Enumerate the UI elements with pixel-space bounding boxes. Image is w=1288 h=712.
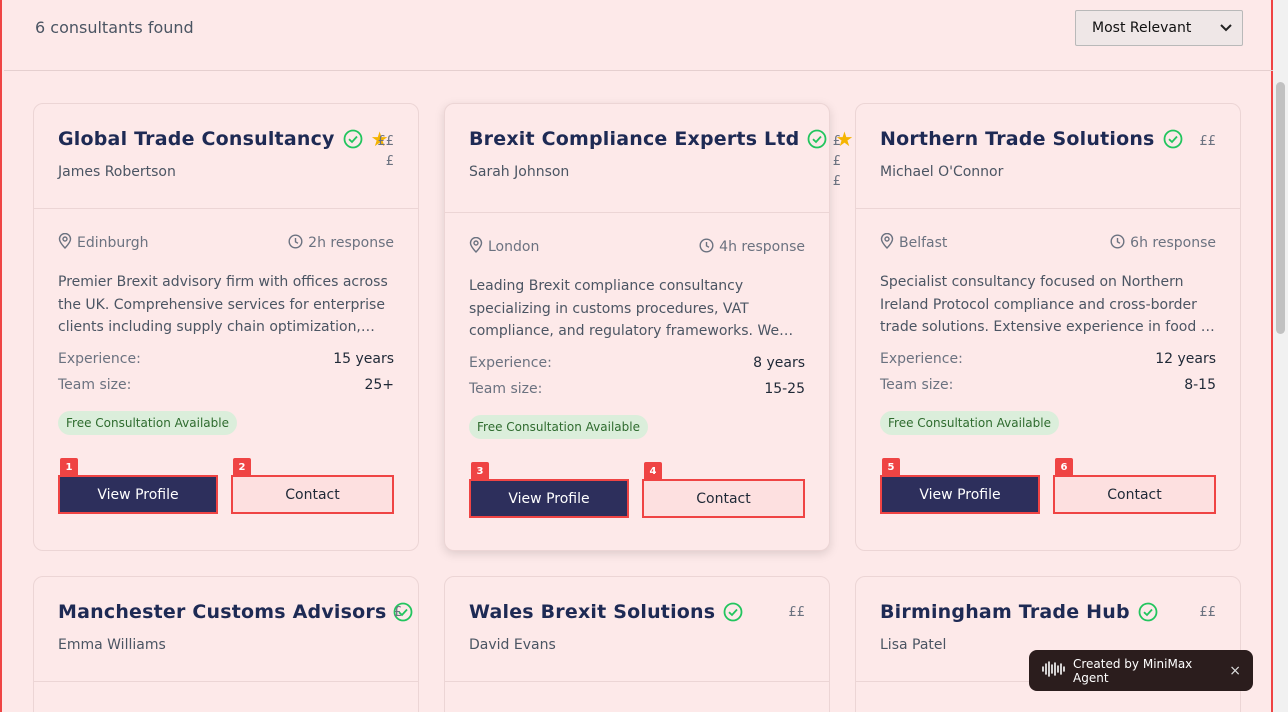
element-tag: 4 [644,462,663,481]
team-size-label: Team size: [58,377,132,393]
price-level: ££ [788,605,805,620]
element-tag: 3 [471,462,489,481]
verified-icon [343,129,363,149]
toast-text: Created by MiniMax Agent [1073,656,1193,685]
map-pin-icon [469,236,483,257]
response-text: 6h response [1130,235,1216,251]
clock-icon [1110,233,1125,253]
response-time: 6h response [1110,233,1216,253]
map-pin-icon [880,232,894,253]
view-profile-button[interactable]: 3 View Profile [469,462,630,518]
clock-icon [699,237,714,257]
verified-icon [1163,129,1183,149]
verified-icon [1138,602,1158,622]
consultant-name[interactable]: Birmingham Trade Hub [880,601,1130,623]
consultant-card: Global Trade Consultancy ★ ££ £ James Ro… [33,103,419,551]
response-time: 2h response [288,233,394,253]
team-size-value: 8-15 [1184,377,1216,393]
location-text: Belfast [899,235,948,251]
results-count: 6 consultants found [35,18,194,37]
consultant-card: Birmingham Trade Hub ££ Lisa Patel [855,576,1241,712]
element-tag: 6 [1055,458,1074,477]
experience-value: 8 years [753,355,805,371]
team-size-value: 25+ [364,377,394,393]
location-text: Edinburgh [77,235,149,251]
contact-name: Sarah Johnson [469,164,570,180]
contact-label: Contact [285,486,340,503]
free-consultation-badge: Free Consultation Available [880,411,1059,435]
contact-name: James Robertson [58,164,176,180]
view-profile-label: View Profile [97,486,179,503]
contact-name: Michael O'Connor [880,164,1004,180]
response-text: 2h response [308,235,394,251]
contact-button[interactable]: 4 Contact [642,462,805,518]
consultant-card: Wales Brexit Solutions ££ David Evans [444,576,830,712]
price-level: £ [393,605,402,620]
consultant-name[interactable]: Wales Brexit Solutions [469,601,715,623]
response-time: 4h response [699,237,805,257]
location-text: London [488,239,540,255]
view-profile-label: View Profile [919,486,1001,503]
map-pin-icon [58,232,72,253]
verified-icon [723,602,743,622]
sort-select[interactable]: Most Relevant [1075,10,1243,46]
scrollbar[interactable] [1273,0,1288,712]
scrollbar-thumb[interactable] [1276,82,1285,334]
sort-select-value: Most Relevant [1092,20,1192,36]
location: London [469,236,540,257]
description: Leading Brexit compliance consultancy sp… [469,278,794,339]
results-toolbar: 6 consultants found Most Relevant [4,0,1273,71]
waveform-icon [1041,660,1065,681]
contact-name: Emma Williams [58,637,166,653]
verified-icon [807,129,827,149]
price-level: £ £ £ [832,134,841,189]
consultant-card: Northern Trade Solutions ££ Michael O'Co… [855,103,1241,551]
team-size-label: Team size: [469,381,543,397]
price-level: ££ [1199,134,1216,149]
contact-label: Contact [696,490,751,507]
element-tag: 5 [882,458,900,477]
experience-label: Experience: [469,355,552,371]
page-frame: 6 consultants found Most Relevant Global… [0,0,1273,712]
description: Specialist consultancy focused on Northe… [880,274,1215,335]
price-level: ££ £ [377,134,394,169]
view-profile-button[interactable]: 1 View Profile [58,458,219,514]
consultant-card: Brexit Compliance Experts Ltd ★ £ £ £ Sa… [444,103,853,551]
close-icon[interactable]: × [1229,663,1241,679]
price-level: ££ [1199,605,1216,620]
experience-label: Experience: [58,351,141,367]
clock-icon [288,233,303,253]
location: Edinburgh [58,232,149,253]
experience-label: Experience: [880,351,963,367]
chevron-down-icon [1220,21,1232,35]
view-profile-label: View Profile [508,490,590,507]
free-consultation-badge: Free Consultation Available [469,415,648,439]
contact-label: Contact [1107,486,1162,503]
response-text: 4h response [719,239,805,255]
consultant-name[interactable]: Northern Trade Solutions [880,128,1155,150]
consultant-name[interactable]: Global Trade Consultancy [58,128,335,150]
experience-value: 12 years [1155,351,1216,367]
consultant-name[interactable]: Manchester Customs Advisors [58,601,386,623]
minimax-agent-toast: Created by MiniMax Agent × [1029,650,1253,691]
consultant-card: Manchester Customs Advisors £ Emma Willi… [33,576,419,712]
consultant-name[interactable]: Brexit Compliance Experts Ltd [469,128,799,150]
contact-button[interactable]: 6 Contact [1053,458,1216,514]
team-size-label: Team size: [880,377,954,393]
element-tag: 1 [60,458,78,477]
element-tag: 2 [233,458,252,477]
experience-value: 15 years [333,351,394,367]
free-consultation-badge: Free Consultation Available [58,411,237,435]
view-profile-button[interactable]: 5 View Profile [880,458,1041,514]
team-size-value: 15-25 [764,381,805,397]
location: Belfast [880,232,948,253]
description: Premier Brexit advisory firm with office… [58,274,388,335]
contact-name: David Evans [469,637,556,653]
contact-button[interactable]: 2 Contact [231,458,394,514]
